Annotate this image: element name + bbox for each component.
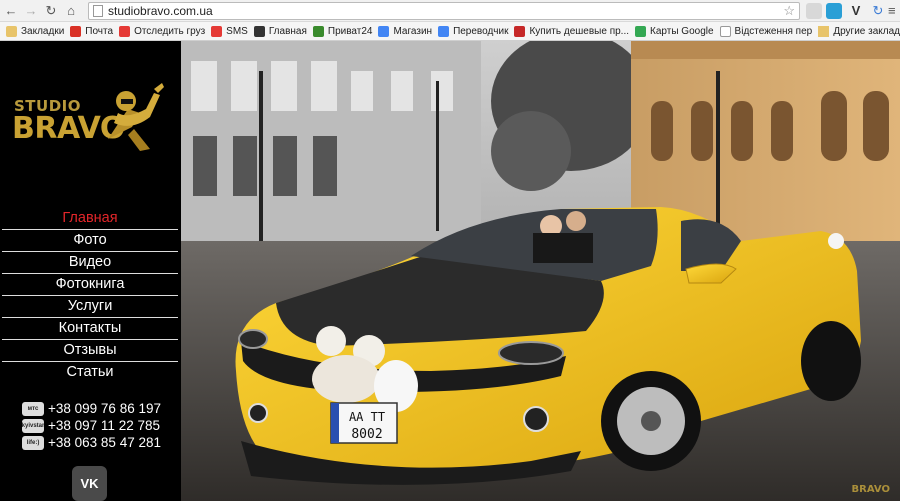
bookmark-item[interactable]: Почта bbox=[70, 25, 114, 37]
vk-icon: VK bbox=[80, 476, 99, 491]
phone-row: мтс +38 099 76 86 197 bbox=[22, 400, 180, 417]
bookmark-label: SMS bbox=[226, 25, 248, 37]
menu-item[interactable]: Фото bbox=[2, 230, 178, 252]
bookmark-label: Главная bbox=[268, 25, 307, 37]
plate-line2: 8002 bbox=[351, 427, 382, 442]
menu-item[interactable]: Отзывы bbox=[2, 340, 178, 362]
sms-icon bbox=[211, 25, 223, 37]
phone-number[interactable]: +38 063 85 47 281 bbox=[48, 435, 161, 450]
operator-icon: мтс bbox=[22, 401, 44, 416]
page-icon bbox=[719, 25, 731, 37]
menu-item[interactable]: Видео bbox=[2, 252, 178, 274]
bookmark-item[interactable]: Отследить груз bbox=[119, 25, 206, 37]
folder-icon bbox=[818, 26, 830, 37]
plate-line1: АА ТТ bbox=[349, 410, 385, 424]
menu-item[interactable]: Контакты bbox=[2, 318, 178, 340]
bookmark-label: Отследить груз bbox=[134, 25, 206, 37]
cargo-icon bbox=[119, 25, 131, 37]
browser-toolbar: ← → ↻ ⌂ studiobravo.com.ua ☆ V ↻ ≡ bbox=[0, 0, 900, 22]
bookmark-item[interactable]: Купить дешевые пр... bbox=[514, 25, 630, 37]
bookmark-label: Переводчик bbox=[453, 25, 509, 37]
bookmark-label: Почта bbox=[85, 25, 114, 37]
bookmark-item[interactable]: Приват24 bbox=[312, 25, 373, 37]
home-icon[interactable]: ⌂ bbox=[62, 2, 80, 20]
address-bar[interactable]: studiobravo.com.ua ☆ bbox=[88, 2, 800, 20]
page-icon bbox=[93, 5, 103, 17]
operator-icon: kyivstar bbox=[22, 418, 44, 433]
bookmarks-bar: Закладки Почта Отследить груз SMS Главная При… bbox=[0, 22, 900, 41]
site: STUDIO BRAVO Главная Фото Видео Фотокнига Ус… bbox=[0, 41, 900, 501]
menu-icon[interactable]: ≡ bbox=[888, 3, 900, 19]
main-menu: Главная Фото Видео Фотокнига Услуги Контакты О… bbox=[2, 208, 178, 384]
bookmark-label: Магазин bbox=[393, 25, 433, 37]
bookmark-item[interactable]: Главная bbox=[253, 25, 307, 37]
other-bookmarks-label: Другие заклад bbox=[833, 26, 900, 37]
watermark: BRAVO bbox=[851, 484, 890, 495]
guitarist-logo-icon bbox=[108, 83, 164, 151]
reload-icon[interactable]: ↻ bbox=[42, 2, 60, 20]
phone-row: kyivstar +38 097 11 22 785 bbox=[22, 417, 180, 434]
menu-item[interactable]: Статьи bbox=[2, 362, 178, 384]
bookmark-label: Приват24 bbox=[327, 25, 373, 37]
bookmark-label: Купить дешевые пр... bbox=[529, 25, 630, 37]
bookmark-item[interactable]: SMS bbox=[211, 25, 248, 37]
bookmark-label: Закладки bbox=[21, 25, 65, 37]
extension-icon-2[interactable] bbox=[826, 3, 842, 19]
phone-number[interactable]: +38 099 76 86 197 bbox=[48, 401, 161, 416]
extension-icon-3[interactable]: V bbox=[848, 3, 864, 19]
home-site-icon bbox=[253, 25, 265, 37]
gmail-icon bbox=[70, 25, 82, 37]
bookmark-item[interactable]: Переводчик bbox=[438, 25, 509, 37]
menu-item[interactable]: Услуги bbox=[2, 296, 178, 318]
translate-icon bbox=[438, 25, 450, 37]
store-icon bbox=[378, 25, 390, 37]
url-text: studiobravo.com.ua bbox=[108, 4, 213, 18]
vk-button[interactable]: VK bbox=[72, 466, 107, 501]
extension-icon-1[interactable] bbox=[806, 3, 822, 19]
privat-icon bbox=[312, 25, 324, 37]
maps-icon bbox=[635, 25, 647, 37]
bookmark-star-icon[interactable]: ☆ bbox=[783, 3, 795, 19]
wedding-car-photo: АА ТТ 8002 bbox=[181, 41, 900, 501]
menu-item[interactable]: Фотокнига bbox=[2, 274, 178, 296]
phone-row: life:) +38 063 85 47 281 bbox=[22, 434, 180, 451]
phone-list: мтс +38 099 76 86 197 kyivstar +38 097 11 2… bbox=[22, 400, 180, 451]
bookmark-label: Карты Google bbox=[650, 25, 714, 37]
operator-icon: life:) bbox=[22, 435, 44, 450]
bookmark-item[interactable]: Магазин bbox=[378, 25, 433, 37]
back-icon[interactable]: ← bbox=[2, 2, 20, 20]
forward-icon[interactable]: → bbox=[22, 2, 40, 20]
sidebar: STUDIO BRAVO Главная Фото Видео Фотокнига Ус… bbox=[0, 41, 181, 501]
bookmark-item[interactable]: Карты Google bbox=[635, 25, 714, 37]
buy-icon bbox=[514, 25, 526, 37]
folder-icon bbox=[6, 25, 17, 37]
hero-image: АА ТТ 8002 BRAVO bbox=[181, 41, 900, 501]
extension-icon-4[interactable]: ↻ bbox=[870, 3, 886, 19]
phone-number[interactable]: +38 097 11 22 785 bbox=[48, 418, 160, 433]
other-bookmarks[interactable]: Другие заклад bbox=[812, 22, 900, 40]
bookmark-item[interactable]: Закладки bbox=[6, 25, 65, 37]
menu-item[interactable]: Главная bbox=[2, 208, 178, 230]
studio-bravo-logo[interactable]: STUDIO BRAVO bbox=[10, 77, 170, 155]
